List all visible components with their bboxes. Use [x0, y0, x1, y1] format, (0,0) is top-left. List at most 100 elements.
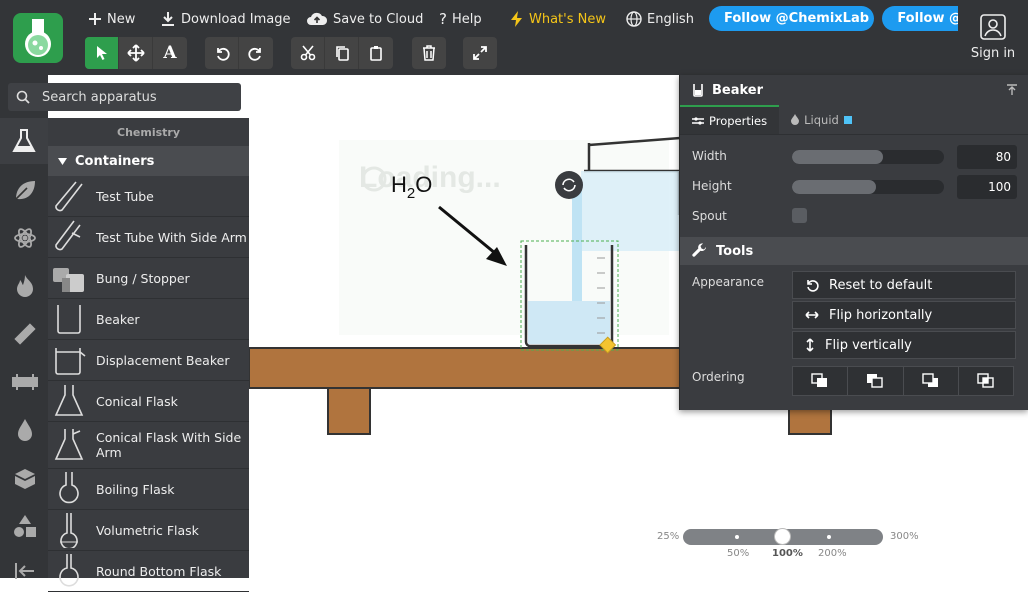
apparatus-item[interactable]: Round Bottom Flask [48, 551, 249, 592]
new-button[interactable]: New [88, 10, 135, 28]
tools-title: Tools [716, 244, 753, 259]
flip-vertical-button[interactable]: Flip vertically [792, 331, 1016, 359]
app-logo[interactable] [13, 13, 63, 63]
rail-misc[interactable] [12, 465, 38, 491]
apparatus-item[interactable]: Test Tube With Side Arm [48, 217, 249, 258]
height-label: Height [692, 179, 732, 193]
section-containers[interactable]: Containers [48, 146, 249, 176]
bring-forward-button[interactable] [848, 367, 903, 395]
section-title: Containers [75, 154, 154, 169]
search-apparatus-input[interactable]: Search apparatus [8, 83, 241, 111]
collapse-arrow-icon [14, 562, 36, 580]
plus-icon [88, 12, 102, 26]
liquid-color-swatch [844, 116, 852, 124]
sign-in-button[interactable]: Sign in [958, 0, 1028, 75]
tab-properties-label: Properties [709, 114, 767, 128]
language-button[interactable]: English [626, 10, 694, 28]
box-icon [13, 467, 37, 489]
zoom-slider[interactable] [683, 529, 883, 545]
cut-button[interactable] [291, 37, 325, 69]
pin-icon[interactable] [1006, 84, 1018, 96]
whats-new-button[interactable]: What's New [510, 10, 606, 28]
help-button[interactable]: ? Help [439, 10, 482, 28]
tab-liquid-label: Liquid [804, 113, 839, 127]
clipboard-icon [368, 45, 384, 61]
save-label: Save to Cloud [333, 12, 423, 27]
follow-x-button[interactable]: Follow @ChemixLab [709, 6, 874, 31]
text-tool[interactable]: A [153, 37, 187, 69]
apparatus-item[interactable]: Volumetric Flask [48, 510, 249, 551]
clipboard-group [291, 37, 393, 69]
properties-title: Beaker [712, 83, 763, 98]
rail-shapes[interactable] [12, 513, 38, 539]
rail-liquids[interactable] [12, 417, 38, 443]
sliders-icon [692, 116, 704, 126]
send-to-back-button[interactable] [959, 367, 1013, 395]
fullscreen-button[interactable] [463, 37, 497, 69]
undo-icon [214, 45, 230, 61]
tab-liquid[interactable]: Liquid [779, 105, 864, 134]
rail-physics[interactable] [12, 225, 38, 251]
stand-icon [12, 374, 38, 390]
fullscreen-group [463, 37, 497, 69]
shapes-icon [13, 514, 37, 538]
apparatus-item[interactable]: Test Tube [48, 176, 249, 217]
apparatus-item[interactable]: Bung / Stopper [48, 258, 249, 299]
save-to-cloud-button[interactable]: Save to Cloud [306, 10, 423, 28]
expand-icon [472, 45, 488, 61]
apparatus-label: Beaker [96, 312, 140, 327]
rail-heating[interactable] [12, 273, 38, 299]
apparatus-item[interactable]: Displacement Beaker [48, 340, 249, 381]
rail-collapse[interactable] [12, 558, 38, 584]
zoom-max-label: 300% [890, 531, 919, 542]
conical-flask-icon [52, 383, 86, 419]
apparatus-label: Volumetric Flask [96, 523, 199, 538]
pointer-tool[interactable] [85, 37, 119, 69]
horizontal-arrows-icon [805, 310, 819, 320]
apparatus-label: Test Tube [96, 189, 154, 204]
flip-horizontal-button[interactable]: Flip horizontally [792, 301, 1016, 329]
ruler-icon [13, 322, 37, 346]
apparatus-item[interactable]: Conical Flask With Side Arm [48, 422, 249, 469]
apparatus-item[interactable]: Beaker [48, 299, 249, 340]
tab-properties[interactable]: Properties [680, 105, 779, 134]
wrench-icon [692, 243, 708, 259]
zoom-tick-label: 50% [727, 548, 749, 559]
zoom-control: 25% 300% 50% 100% 200% [655, 527, 925, 567]
trash-icon [422, 45, 436, 61]
copy-button[interactable] [325, 37, 359, 69]
download-image-button[interactable]: Download Image [160, 10, 290, 28]
whats-new-label: What's New [529, 12, 606, 27]
width-slider[interactable] [792, 150, 944, 164]
height-input[interactable]: 100 [957, 175, 1017, 199]
apparatus-item[interactable]: Conical Flask [48, 381, 249, 422]
zoom-knob[interactable] [774, 528, 791, 545]
apparatus-label: Conical Flask With Side Arm [96, 430, 249, 460]
help-label: Help [452, 12, 482, 27]
send-backward-button[interactable] [904, 367, 959, 395]
user-icon [980, 14, 1006, 40]
redo-button[interactable] [239, 37, 273, 69]
paste-button[interactable] [359, 37, 393, 69]
flask-logo-icon [13, 13, 63, 63]
round-bottom-flask-icon [52, 553, 86, 589]
bring-to-front-button[interactable] [793, 367, 848, 395]
ordering-buttons [792, 366, 1014, 396]
apparatus-item[interactable]: Boiling Flask [48, 469, 249, 510]
rail-supports[interactable] [12, 369, 38, 395]
stopper-icon [52, 260, 86, 296]
delete-button[interactable] [412, 37, 446, 69]
rail-measuring[interactable] [12, 321, 38, 347]
width-input[interactable]: 80 [957, 145, 1017, 169]
spout-checkbox[interactable] [792, 208, 807, 223]
copy-icon [334, 45, 350, 61]
test-tube-icon [52, 178, 86, 214]
rotate-handle[interactable] [555, 171, 583, 199]
move-tool[interactable] [119, 37, 153, 69]
height-slider[interactable] [792, 180, 944, 194]
rail-biology[interactable] [12, 177, 38, 203]
reset-default-button[interactable]: Reset to default [792, 271, 1016, 299]
droplet-icon [16, 418, 34, 442]
undo-button[interactable] [205, 37, 239, 69]
rail-chemistry[interactable] [0, 118, 48, 164]
